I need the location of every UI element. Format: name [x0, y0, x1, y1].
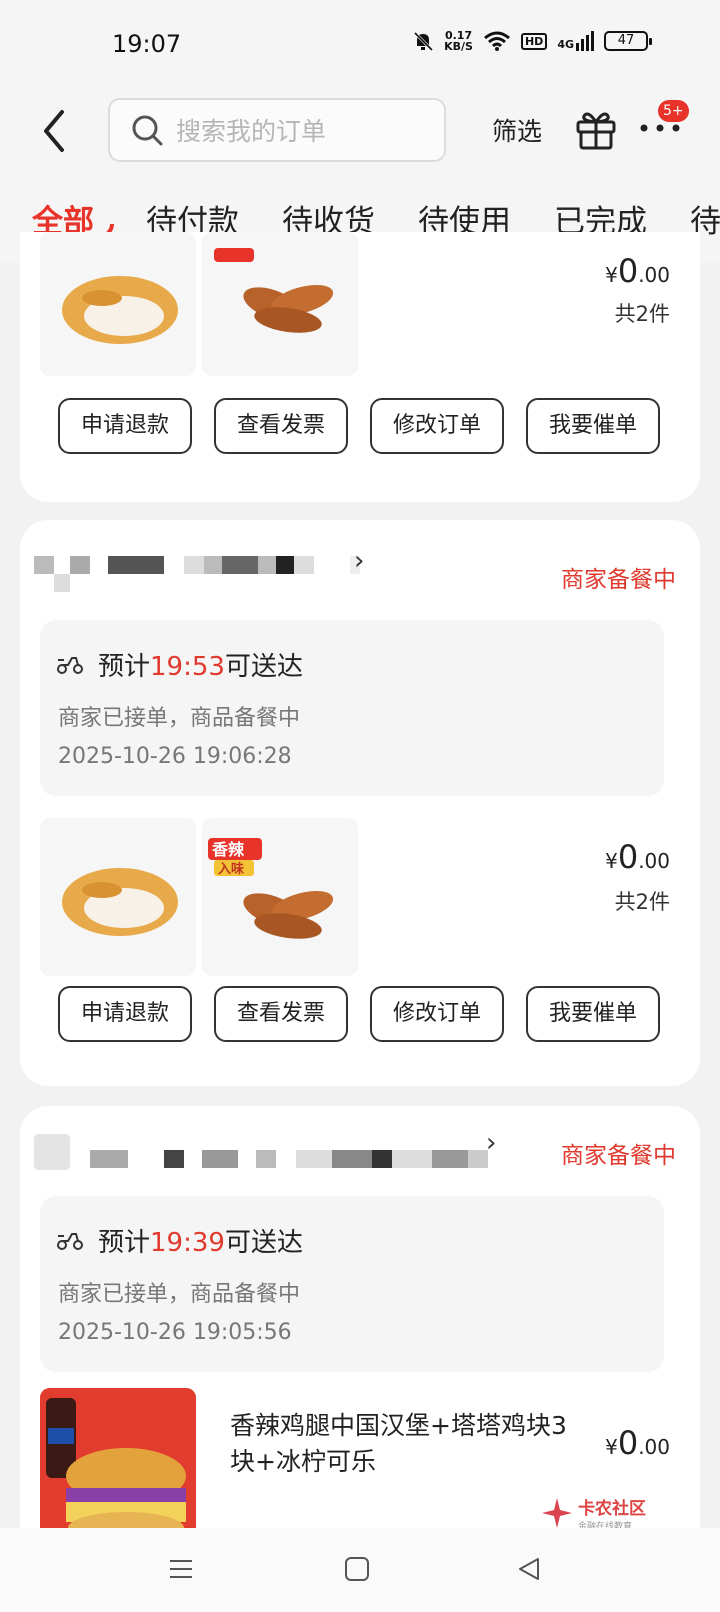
search-input[interactable]: 搜索我的订单 [108, 98, 446, 162]
urge-order-button[interactable]: 我要催单 [526, 986, 660, 1042]
chicken-wings-image: 香辣 入味 [208, 838, 334, 939]
wifi-icon [484, 31, 510, 51]
order-card[interactable]: › 商家备餐中 预计19:53可送达 商家已接单，商品备餐中 2025-10-2… [20, 520, 700, 1086]
thumb-label-flavor: 入味 [218, 861, 244, 877]
progress-text: 商家已接单，商品备餐中 [58, 1282, 301, 1307]
order-price: ¥0.00 [605, 1424, 670, 1462]
refund-button[interactable]: 申请退款 [58, 398, 192, 454]
scooter-icon [57, 657, 83, 674]
net-speed: 0.17 KB/S [444, 30, 473, 52]
notification-badge: 5+ [658, 100, 689, 122]
eta-suffix: 可送达 [224, 1228, 303, 1258]
eta-suffix: 可送达 [224, 652, 303, 682]
order-status: 商家备餐中 [561, 1143, 676, 1169]
chevron-right-icon[interactable]: › [486, 1128, 496, 1158]
order-card[interactable]: › 商家备餐中 预计19:39可送达 商家已接单，商品备餐中 2025-10-2… [20, 1106, 700, 1546]
product-title: 香辣鸡腿中国汉堡+塔塔鸡块3块+冰柠可乐 [230, 1411, 567, 1476]
watermark-logo-icon [542, 1498, 572, 1528]
signal-icon: 4G [557, 31, 594, 51]
menu-icon[interactable] [168, 1556, 194, 1582]
watermark: 卡农社区 金融在线教育 [540, 1494, 646, 1532]
order-status: 商家备餐中 [561, 567, 676, 593]
invoice-button[interactable]: 查看发票 [214, 986, 348, 1042]
product-thumbnail[interactable] [40, 818, 196, 976]
burger-combo-image [40, 1388, 196, 1546]
price-symbol: ¥ [605, 849, 618, 873]
shop-name-blurred[interactable] [34, 1134, 514, 1174]
chicken-wings-image [214, 248, 334, 333]
eta-time: 19:39 [150, 1228, 225, 1258]
price-integer: 0 [617, 1424, 639, 1462]
invoice-button[interactable]: 查看发票 [214, 398, 348, 454]
system-nav-bar [0, 1528, 720, 1612]
status-icons: 0.17 KB/S HD 4G 47 [412, 30, 652, 52]
order-price: ¥0.00 [605, 838, 670, 876]
chicken-fillet-image [62, 276, 178, 344]
thumb-label-spicy: 香辣 [211, 840, 245, 859]
status-bar: 19:07 0.17 KB/S HD 4G 47 [0, 0, 720, 86]
back-triangle-icon[interactable] [516, 1556, 542, 1582]
chevron-right-icon[interactable]: › [354, 546, 364, 576]
product-thumbnail[interactable]: 香辣 入味 [202, 818, 358, 976]
modify-order-button[interactable]: 修改订单 [370, 986, 504, 1042]
eta-text: 预计19:39可送达 [98, 1222, 303, 1259]
price-integer: 0 [617, 838, 639, 876]
price-decimal: .00 [638, 849, 670, 873]
price-decimal: .00 [638, 1435, 670, 1459]
price-symbol: ¥ [605, 1435, 618, 1459]
urge-order-button[interactable]: 我要催单 [526, 398, 660, 454]
eta-prefix: 预计 [98, 1228, 151, 1258]
product-thumbnail[interactable] [202, 232, 358, 376]
mute-bell-icon [414, 31, 434, 52]
refund-button[interactable]: 申请退款 [58, 986, 192, 1042]
home-icon[interactable] [344, 1556, 370, 1582]
order-timestamp: 2025-10-26 19:05:56 [58, 1320, 292, 1345]
watermark-title: 卡农社区 [578, 1499, 646, 1519]
filter-button[interactable]: 筛选 [492, 112, 542, 148]
net-speed-unit: KB/S [444, 40, 473, 53]
order-card[interactable]: ¥0.00 共2件 申请退款 查看发票 修改订单 我要催单 [20, 232, 700, 502]
scooter-icon [57, 1233, 83, 1250]
eta-text: 预计19:53可送达 [98, 646, 303, 683]
battery-icon: 47 [604, 31, 652, 51]
item-count: 共2件 [614, 890, 670, 914]
signal-label: 4G [557, 38, 574, 51]
search-icon [132, 115, 163, 146]
gift-icon[interactable] [574, 108, 618, 152]
product-thumbnail[interactable] [40, 1388, 196, 1546]
delivery-info[interactable]: 预计19:39可送达 商家已接单，商品备餐中 2025-10-26 19:05:… [40, 1196, 664, 1372]
item-count: 共2件 [614, 302, 670, 326]
price-symbol: ¥ [605, 263, 618, 287]
modify-order-button[interactable]: 修改订单 [370, 398, 504, 454]
eta-time: 19:53 [150, 652, 225, 682]
product-thumbnail[interactable] [40, 232, 196, 376]
delivery-info[interactable]: 预计19:53可送达 商家已接单，商品备餐中 2025-10-26 19:06:… [40, 620, 664, 796]
order-price: ¥0.00 [605, 252, 670, 290]
back-arrow-icon[interactable] [36, 106, 76, 156]
search-placeholder: 搜索我的订单 [176, 117, 327, 146]
price-decimal: .00 [638, 263, 670, 287]
top-nav: 搜索我的订单 筛选 5+ [0, 86, 720, 176]
chicken-fillet-image [62, 868, 178, 936]
shop-name-blurred[interactable] [34, 556, 514, 596]
hd-icon: HD [520, 32, 548, 50]
order-timestamp: 2025-10-26 19:06:28 [58, 744, 292, 769]
clock: 19:07 [112, 30, 182, 58]
eta-prefix: 预计 [98, 652, 151, 682]
price-integer: 0 [617, 252, 639, 290]
progress-text: 商家已接单，商品备餐中 [58, 706, 301, 731]
